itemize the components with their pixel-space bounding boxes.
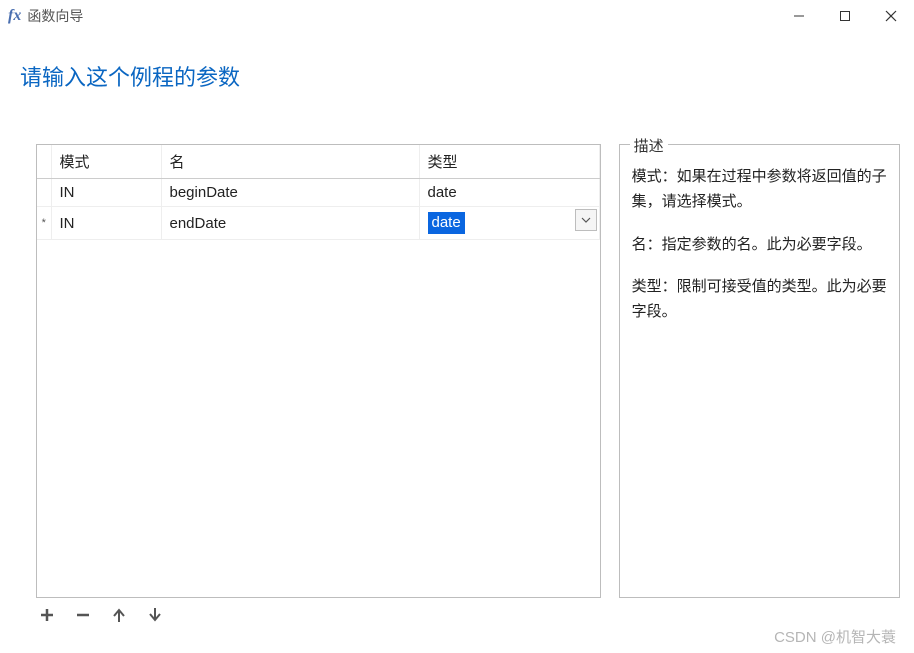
remove-row-button[interactable] (72, 604, 94, 626)
description-body: 模式：如果在过程中参数将返回值的子集，请选择模式。 名：指定参数的名。此为必要字… (620, 145, 899, 355)
page-heading: 请输入这个例程的参数 (0, 32, 914, 92)
window-controls (776, 1, 914, 31)
arrow-up-icon (111, 607, 127, 623)
cell-type-value[interactable]: date (428, 212, 465, 234)
titlebar: fx 函数向导 (0, 0, 914, 32)
description-label: 描述 (630, 135, 668, 156)
plus-icon (39, 607, 55, 623)
row-marker (37, 179, 51, 207)
window-title: 函数向导 (27, 6, 83, 26)
minimize-button[interactable] (776, 1, 822, 31)
cell-name[interactable]: beginDate (161, 179, 419, 207)
cell-name[interactable]: endDate (161, 207, 419, 240)
cell-mode[interactable]: IN (51, 207, 161, 240)
watermark: CSDN @机智大蓑 (774, 626, 896, 647)
cell-type[interactable]: date (419, 179, 599, 207)
arrow-down-icon (147, 607, 163, 623)
add-row-button[interactable] (36, 604, 58, 626)
row-marker: * (37, 207, 51, 240)
move-up-button[interactable] (108, 604, 130, 626)
table-row[interactable]: * IN endDate date (37, 207, 599, 240)
desc-type: 类型：限制可接受值的类型。此为必要字段。 (632, 275, 887, 325)
maximize-button[interactable] (822, 1, 868, 31)
header-type[interactable]: 类型 (419, 145, 599, 179)
cell-type[interactable]: date (419, 207, 599, 240)
cell-mode[interactable]: IN (51, 179, 161, 207)
desc-name: 名：指定参数的名。此为必要字段。 (632, 233, 887, 258)
header-mode[interactable]: 模式 (51, 145, 161, 179)
desc-mode: 模式：如果在过程中参数将返回值的子集，请选择模式。 (632, 165, 887, 215)
table-header-row: 模式 名 类型 (37, 145, 599, 179)
table-row[interactable]: IN beginDate date (37, 179, 599, 207)
chevron-down-icon (581, 217, 591, 223)
header-marker (37, 145, 51, 179)
description-panel: 描述 模式：如果在过程中参数将返回值的子集，请选择模式。 名：指定参数的名。此为… (619, 144, 900, 598)
fx-icon: fx (8, 7, 21, 25)
parameters-table-panel: 模式 名 类型 IN beginDate date * IN endDate (36, 144, 601, 598)
row-toolbar (36, 604, 914, 626)
header-name[interactable]: 名 (161, 145, 419, 179)
minus-icon (75, 607, 91, 623)
close-button[interactable] (868, 1, 914, 31)
parameters-table[interactable]: 模式 名 类型 IN beginDate date * IN endDate (37, 145, 600, 240)
type-dropdown-button[interactable] (575, 209, 597, 231)
move-down-button[interactable] (144, 604, 166, 626)
